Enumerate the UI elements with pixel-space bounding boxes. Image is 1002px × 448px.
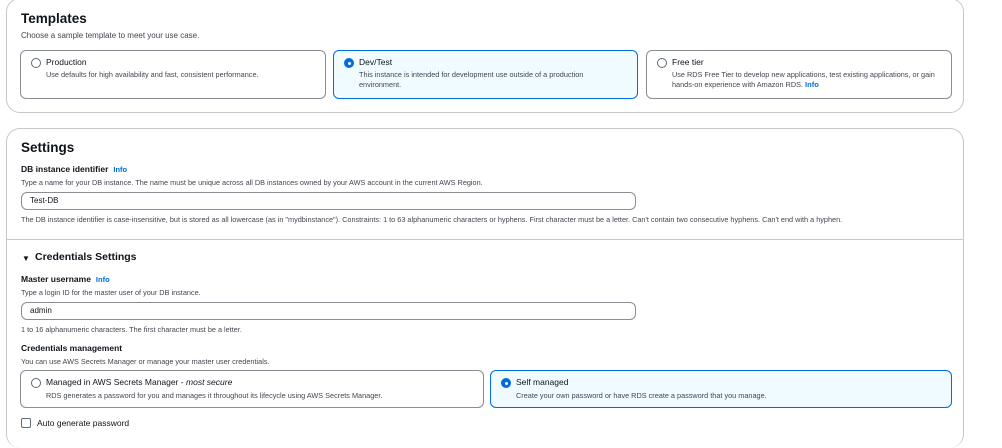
settings-divider — [7, 239, 963, 240]
db-identifier-info-link[interactable]: Info — [113, 165, 127, 174]
freetier-radio[interactable] — [657, 58, 667, 68]
templates-description: Choose a sample template to meet your us… — [21, 31, 200, 40]
secrets-manager-title-text: Managed in AWS Secrets Manager - — [46, 377, 187, 387]
self-managed-description: Create your own password or have RDS cre… — [516, 391, 767, 400]
credentials-settings-heading[interactable]: Credentials Settings — [35, 251, 137, 263]
master-username-input[interactable]: admin — [21, 302, 636, 320]
master-username-constraint: 1 to 16 alphanumeric characters. The fir… — [21, 325, 242, 334]
devtest-description: This instance is intended for developmen… — [359, 70, 584, 89]
devtest-radio[interactable] — [344, 58, 354, 68]
production-description: Use defaults for high availability and f… — [46, 70, 259, 79]
db-identifier-description: Type a name for your DB instance. The na… — [21, 178, 483, 187]
db-identifier-label: DB instance identifier Info — [21, 164, 127, 174]
settings-panel: Settings DB instance identifier Info Type… — [6, 128, 964, 448]
most-secure-emphasis: most secure — [186, 377, 233, 387]
freetier-description: Use RDS Free Tier to develop new applica… — [672, 70, 941, 90]
freetier-description-text: Use RDS Free Tier to develop new applica… — [672, 70, 935, 89]
db-identifier-input[interactable]: Test-DB — [21, 192, 636, 210]
auto-generate-password-checkbox[interactable] — [21, 418, 31, 428]
secrets-manager-title: Managed in AWS Secrets Manager - most se… — [46, 377, 232, 387]
master-username-label: Master username Info — [21, 274, 110, 284]
credentials-management-label: Credentials management — [21, 343, 123, 353]
db-identifier-label-text: DB instance identifier — [21, 164, 109, 174]
templates-panel: Templates Choose a sample template to me… — [6, 0, 964, 113]
master-username-description: Type a login ID for the master user of y… — [21, 288, 201, 297]
secrets-manager-radio[interactable] — [31, 378, 41, 388]
freetier-title: Free tier — [672, 57, 704, 67]
self-managed-title: Self managed — [516, 377, 569, 387]
auto-generate-password-label[interactable]: Auto generate password — [37, 418, 129, 428]
secrets-manager-description: RDS generates a password for you and man… — [46, 391, 383, 400]
self-managed-tile[interactable]: Self managed Create your own password or… — [490, 370, 952, 408]
freetier-info-link[interactable]: Info — [805, 80, 819, 89]
production-radio[interactable] — [31, 58, 41, 68]
credentials-management-description: You can use AWS Secrets Manager or manag… — [21, 357, 270, 366]
settings-heading: Settings — [21, 140, 75, 155]
self-managed-radio[interactable] — [501, 378, 511, 388]
template-production-tile[interactable]: Production Use defaults for high availab… — [20, 50, 326, 99]
templates-heading: Templates — [21, 11, 87, 26]
production-title: Production — [46, 57, 87, 67]
db-identifier-constraint: The DB instance identifier is case-insen… — [21, 215, 843, 224]
template-freetier-tile[interactable]: Free tier Use RDS Free Tier to develop n… — [646, 50, 952, 99]
caret-down-icon[interactable]: ▼ — [22, 254, 30, 263]
master-username-info-link[interactable]: Info — [96, 275, 110, 284]
secrets-manager-tile[interactable]: Managed in AWS Secrets Manager - most se… — [20, 370, 484, 408]
template-devtest-tile[interactable]: Dev/Test This instance is intended for d… — [333, 50, 638, 99]
devtest-title: Dev/Test — [359, 57, 393, 67]
master-username-label-text: Master username — [21, 274, 91, 284]
